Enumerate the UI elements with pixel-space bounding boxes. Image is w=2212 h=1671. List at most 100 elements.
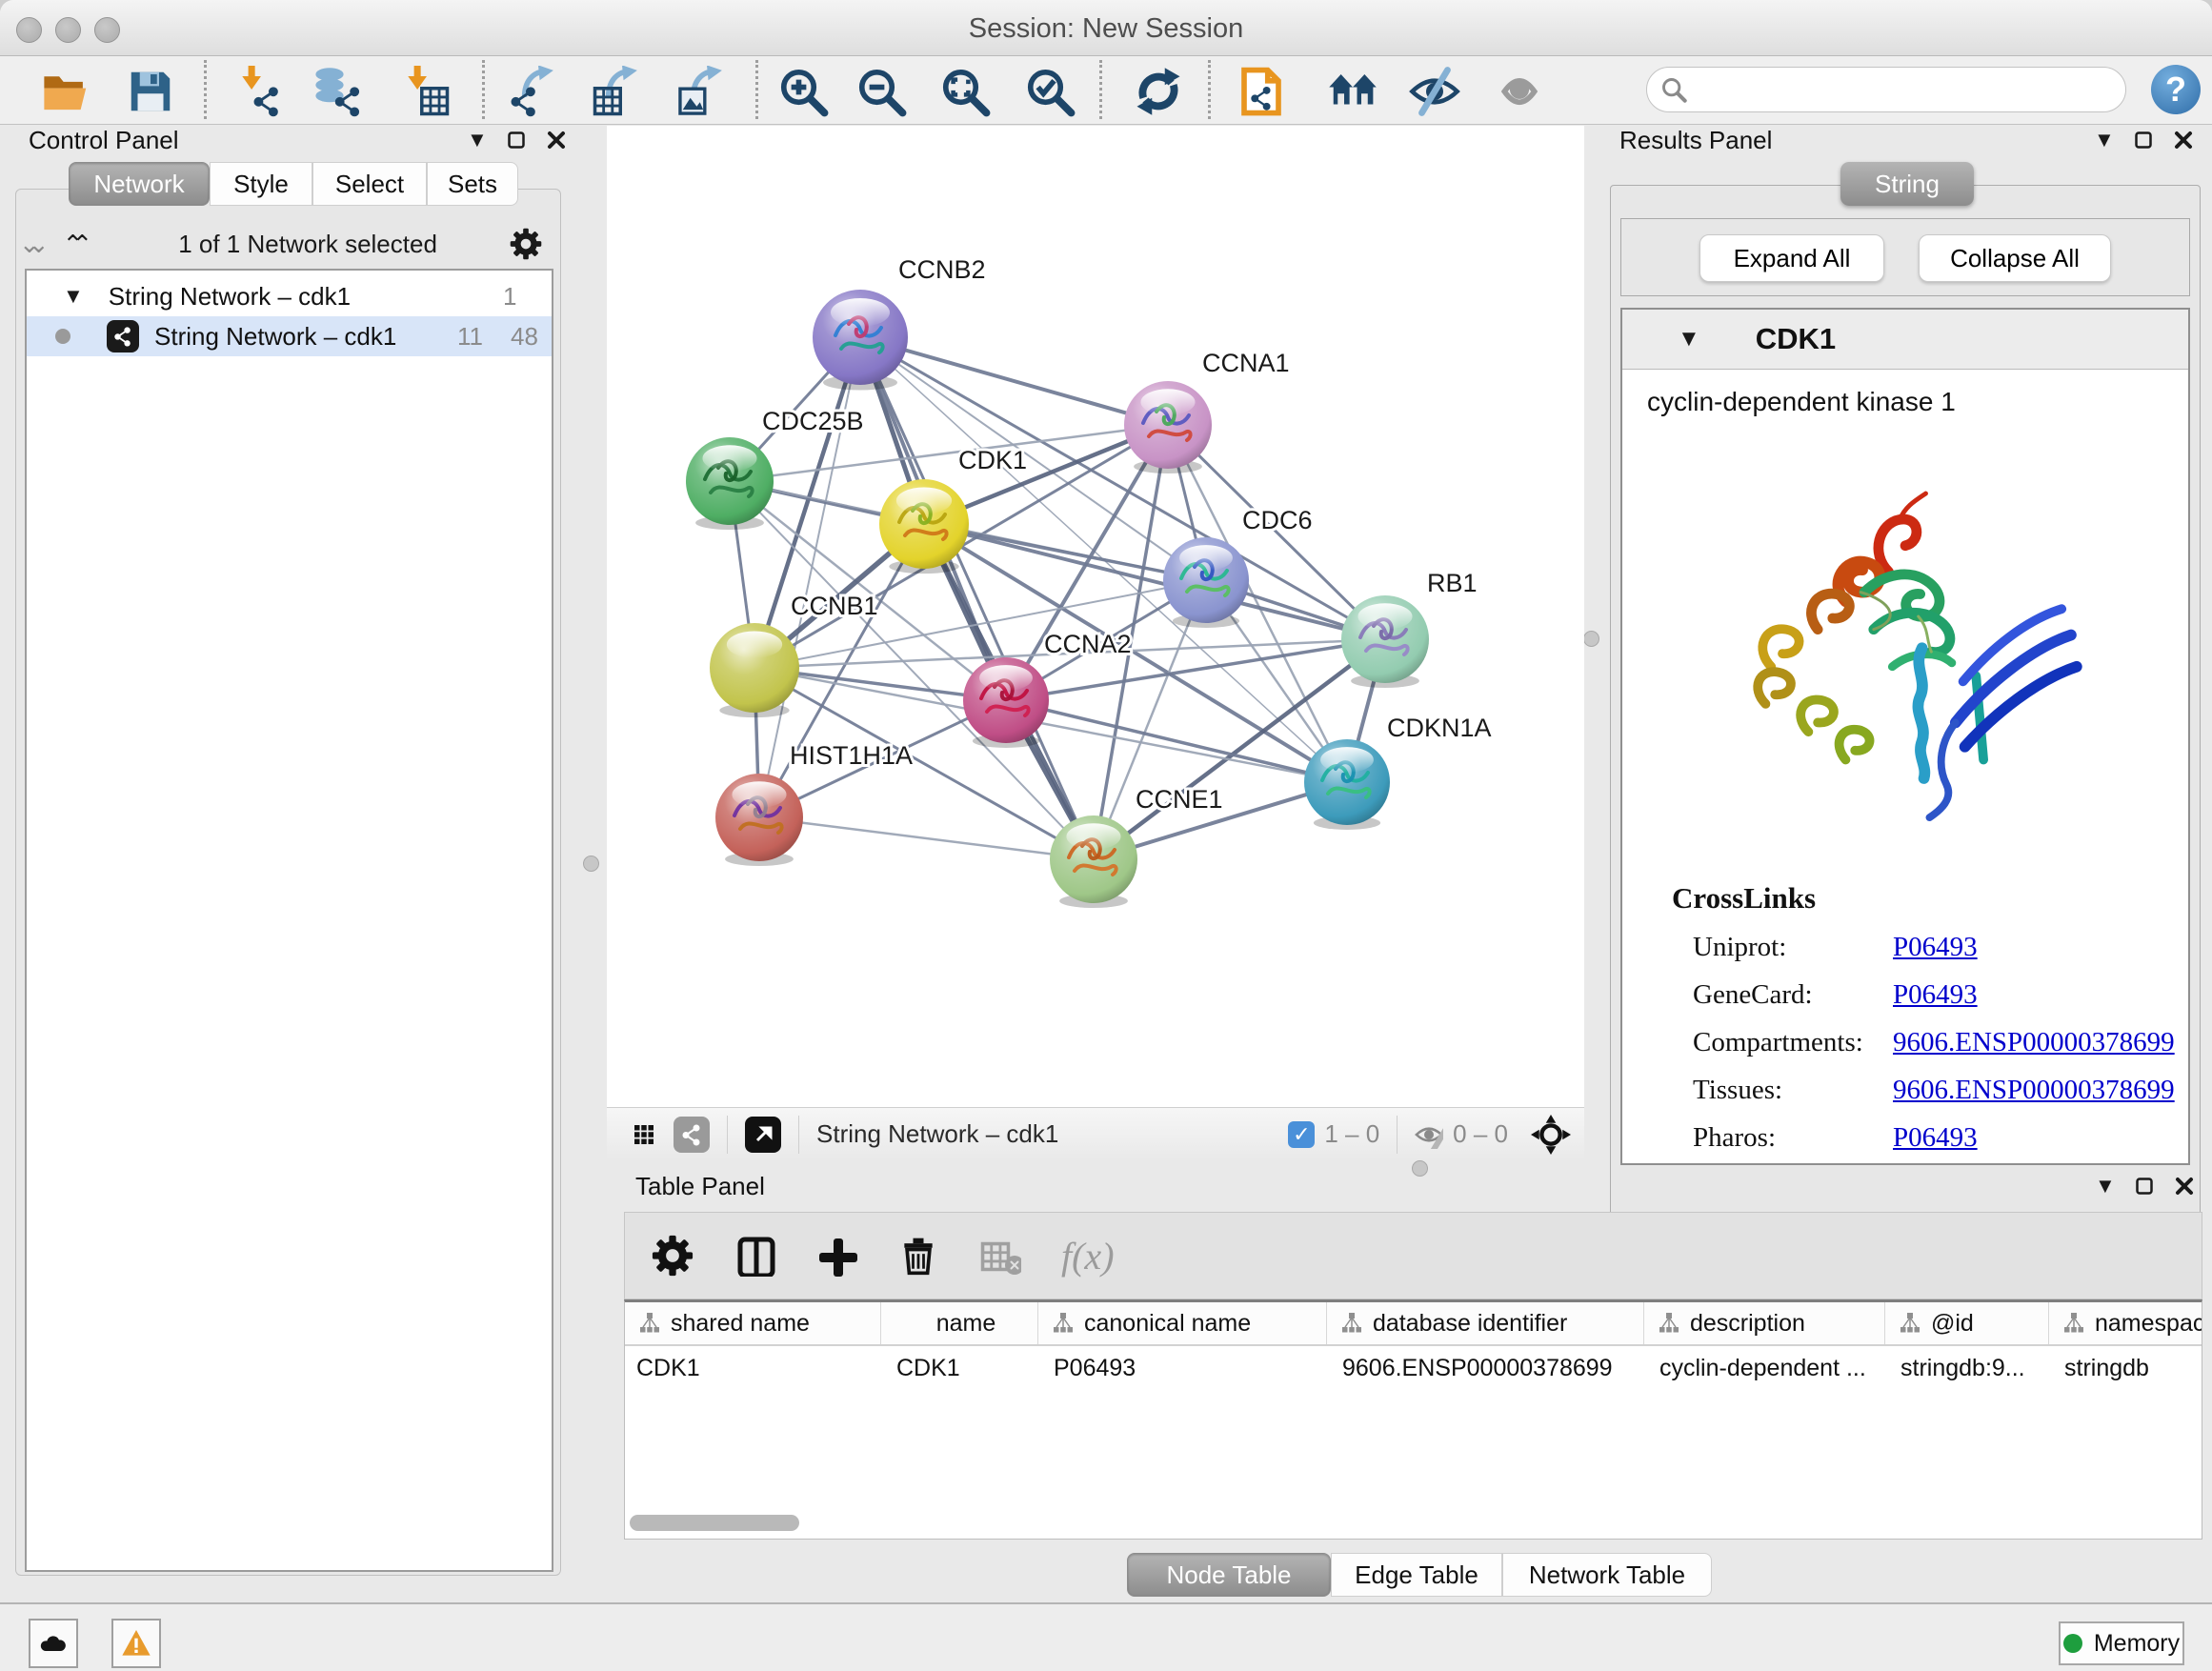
help-icon[interactable]: ? [2151, 65, 2201, 114]
network-node-CCNB1[interactable] [710, 623, 799, 717]
string-network-graph[interactable]: CCNB2CCNA1CDC25BCDK1CDC6RB1CCNB1CCNA2CDK… [607, 126, 1584, 1107]
add-column-icon[interactable] [815, 1235, 857, 1277]
left-splitter-handle[interactable] [583, 856, 599, 872]
hidden-eye-icon[interactable] [1415, 1120, 1443, 1149]
tab-network[interactable]: Network [69, 162, 210, 206]
network-view-canvas[interactable]: CCNB2CCNA1CDC25BCDK1CDC6RB1CCNB1CCNA2CDK… [607, 126, 1584, 1107]
save-icon[interactable] [125, 66, 176, 117]
title-bar: Session: New Session [0, 0, 2212, 56]
birdseye-icon[interactable] [745, 1117, 781, 1153]
float-panel-icon[interactable] [2132, 129, 2155, 151]
tab-sets[interactable]: Sets [427, 162, 518, 206]
column-header-database-identifier[interactable]: database identifier [1327, 1302, 1644, 1344]
expand-all-networks-icon[interactable]: ⌃⌃ [63, 230, 82, 259]
crosslink-link[interactable]: P06493 [1893, 932, 1978, 963]
network-node-HIST1H1A[interactable] [715, 774, 803, 866]
hide-eye-icon[interactable] [1409, 66, 1460, 117]
table-row[interactable]: CDK1 CDK1 P06493 9606.ENSP00000378699 cy… [625, 1346, 2202, 1390]
zoom-in-icon[interactable] [777, 66, 829, 117]
node-label-CCNB2: CCNB2 [898, 255, 986, 284]
tab-edge-table[interactable]: Edge Table [1331, 1553, 1502, 1597]
export-image-icon[interactable] [676, 66, 728, 117]
home-houses-icon[interactable] [1327, 66, 1378, 117]
crosslink-link[interactable]: P06493 [1893, 979, 1978, 1011]
network-node-CDC6[interactable] [1163, 537, 1249, 628]
float-panel-icon[interactable] [2133, 1175, 2156, 1198]
toolbar-separator [755, 60, 758, 119]
tab-network-table[interactable]: Network Table [1502, 1553, 1712, 1597]
collapse-all-button[interactable]: Collapse All [1919, 234, 2111, 282]
tab-select[interactable]: Select [312, 162, 427, 206]
cell-database-identifier: 9606.ENSP00000378699 [1327, 1346, 1644, 1390]
selected-checkbox[interactable]: ✓ [1288, 1121, 1315, 1148]
grid-icon[interactable] [626, 1117, 662, 1153]
network-collection-row[interactable]: ▼ String Network – cdk1 1 [27, 276, 552, 316]
node-label-CCNE1: CCNE1 [1136, 785, 1223, 814]
column-header-shared-name[interactable]: shared name [625, 1302, 881, 1344]
share-network-icon[interactable] [674, 1117, 710, 1153]
search-input[interactable] [1646, 67, 2126, 112]
memory-button[interactable]: Memory [2059, 1621, 2184, 1665]
network-row-selected[interactable]: String Network – cdk1 11 48 [27, 316, 552, 356]
column-header-namespace[interactable]: namespac [2049, 1302, 2202, 1344]
tab-node-table[interactable]: Node Table [1127, 1553, 1331, 1597]
network-node-CDKN1A[interactable] [1304, 739, 1390, 830]
column-header-canonical-name[interactable]: canonical name [1038, 1302, 1327, 1344]
crosslink-link[interactable]: 9606.ENSP00000378699 [1893, 1027, 2175, 1058]
zoom-selected-icon[interactable] [1024, 66, 1076, 117]
clear-table-icon [979, 1235, 1021, 1277]
network-view-title: String Network – cdk1 [816, 1119, 1058, 1149]
crosshair-icon[interactable] [1531, 1115, 1571, 1155]
close-panel-icon[interactable] [2172, 129, 2195, 151]
import-table-icon[interactable] [399, 66, 451, 117]
crosslink-row: Pharos: P06493 [1672, 1122, 2175, 1154]
close-panel-icon[interactable] [2173, 1175, 2196, 1198]
cloud-status-button[interactable] [29, 1619, 78, 1668]
network-node-CCNE1[interactable] [1050, 815, 1137, 908]
warning-status-button[interactable] [111, 1619, 161, 1668]
crosslink-link[interactable]: P06493 [1893, 1122, 1978, 1154]
collapse-entry-icon[interactable]: ▼ [1678, 326, 1700, 352]
zoom-fit-icon[interactable] [939, 66, 991, 117]
export-table-icon[interactable] [592, 66, 643, 117]
tab-string[interactable]: String [1840, 162, 1974, 206]
crosslink-link[interactable]: 9606.ENSP00000378699 [1893, 1075, 2175, 1106]
export-network-icon[interactable] [508, 66, 559, 117]
gear-icon[interactable] [652, 1235, 694, 1277]
panel-menu-icon[interactable]: ▼ [467, 128, 488, 152]
clipboard-network-icon[interactable] [1236, 66, 1287, 117]
network-node-CDK1[interactable] [879, 479, 969, 574]
close-panel-icon[interactable] [545, 129, 568, 151]
right-splitter-handle[interactable] [1583, 631, 1599, 647]
column-header-id[interactable]: @id [1885, 1302, 2049, 1344]
panel-menu-icon[interactable]: ▼ [2095, 1174, 2116, 1198]
gene-entry-header[interactable]: ▼ CDK1 [1622, 310, 2188, 370]
import-network-database-icon[interactable] [312, 66, 364, 117]
delete-icon[interactable] [897, 1235, 939, 1277]
collapse-all-networks-icon[interactable]: ⌄⌄ [19, 230, 38, 259]
tab-style[interactable]: Style [210, 162, 312, 206]
panel-menu-icon[interactable]: ▼ [2094, 128, 2115, 152]
network-options-gear-icon[interactable] [510, 228, 542, 260]
node-table[interactable]: shared name name canonical name database… [624, 1299, 2202, 1540]
import-network-file-icon[interactable] [233, 66, 285, 117]
columns-icon[interactable] [734, 1235, 775, 1277]
network-node-CCNA1[interactable] [1124, 381, 1212, 473]
network-collection-label: String Network – cdk1 [109, 282, 351, 312]
collection-count: 1 [503, 282, 516, 312]
node-label-CCNA1: CCNA1 [1202, 349, 1290, 377]
network-node-RB1[interactable] [1341, 595, 1429, 688]
column-header-name[interactable]: name [881, 1302, 1038, 1344]
network-node-CDC25B[interactable] [686, 437, 774, 530]
float-panel-icon[interactable] [505, 129, 528, 151]
cell-namespace: stringdb [2049, 1346, 2202, 1390]
expand-all-button[interactable]: Expand All [1699, 234, 1884, 282]
zoom-out-icon[interactable] [855, 66, 907, 117]
column-header-description[interactable]: description [1644, 1302, 1885, 1344]
open-folder-icon[interactable] [41, 66, 92, 117]
network-node-CCNA2[interactable] [963, 657, 1049, 748]
collapse-arrow-icon[interactable]: ▼ [63, 284, 84, 309]
control-panel-header-icons: ▼ [467, 128, 568, 152]
refresh-layout-icon[interactable] [1133, 66, 1184, 117]
table-horizontal-scrollbar[interactable] [630, 1515, 799, 1531]
